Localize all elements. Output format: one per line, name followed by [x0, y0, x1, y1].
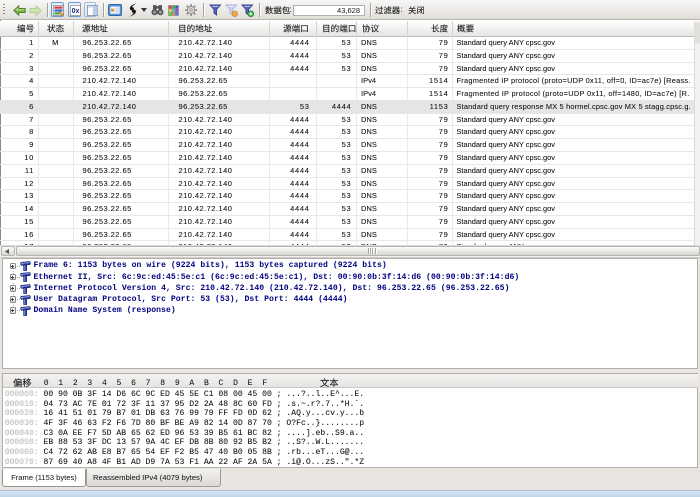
svg-text:0x: 0x	[72, 8, 80, 15]
